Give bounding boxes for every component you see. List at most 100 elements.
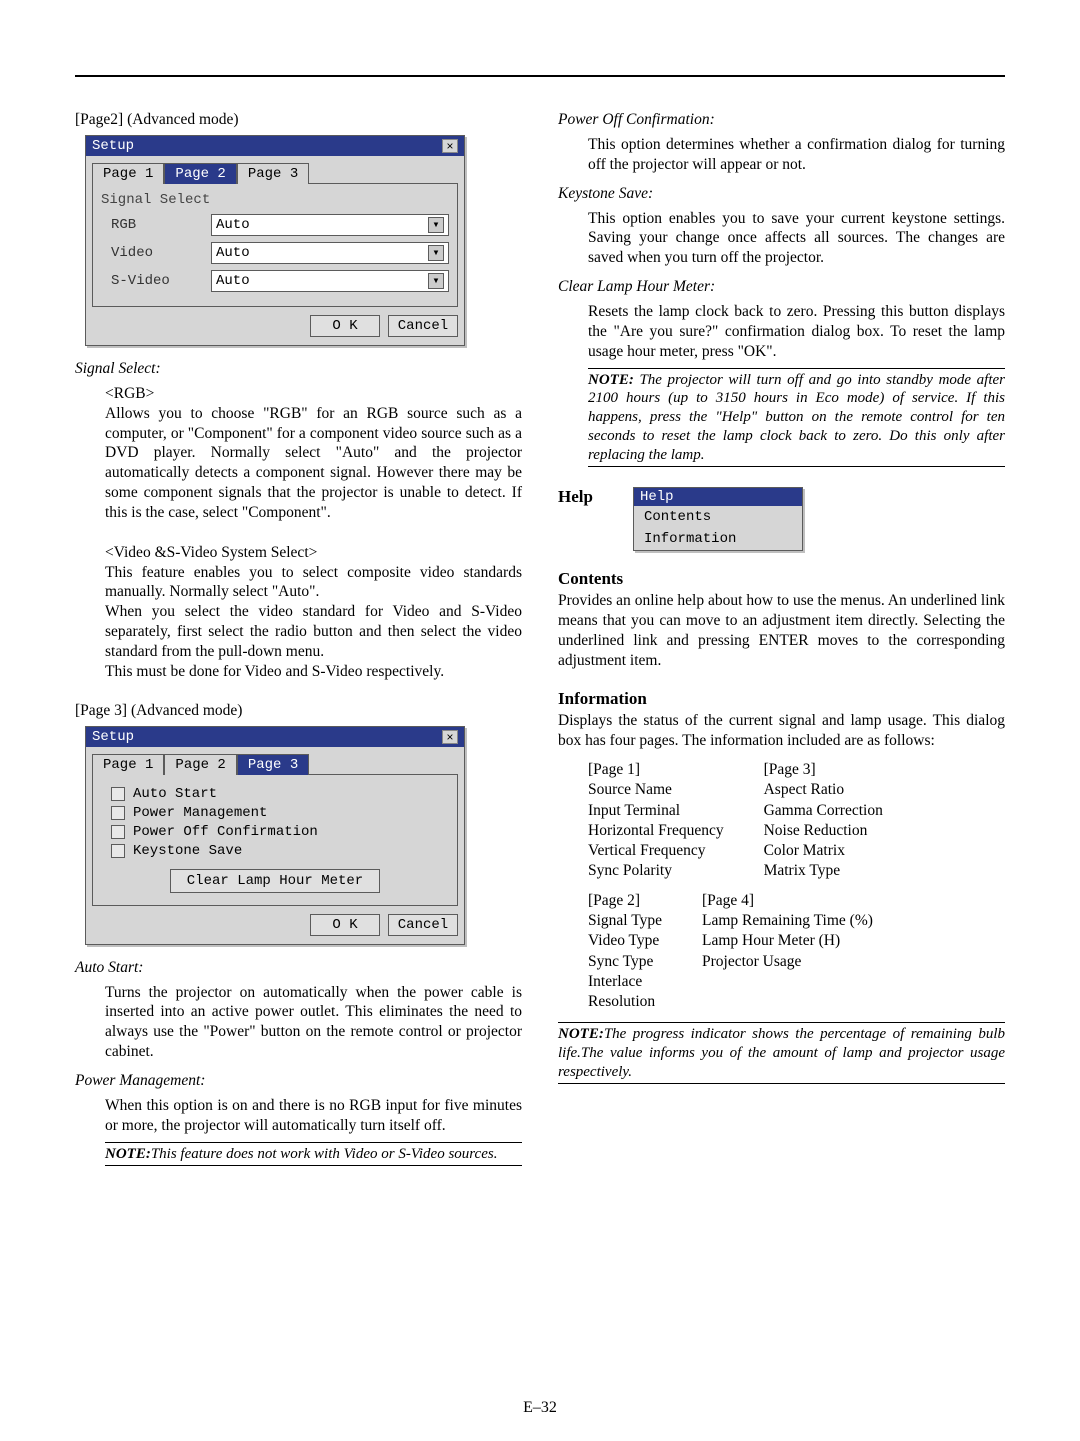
rgb-label: RGB	[101, 217, 211, 233]
rgb-value: Auto	[216, 217, 250, 233]
list-item: Source Name	[588, 780, 724, 800]
rgb-paragraph: Allows you to choose "RGB" for an RGB so…	[105, 404, 522, 523]
info-p2-hdr: [Page 2]	[588, 891, 662, 911]
page-frame: [Page2] (Advanced mode) Setup × Page 1 P…	[75, 75, 1005, 1381]
power-mgmt-heading: Power Management:	[75, 1072, 522, 1090]
tab-page2[interactable]: Page 2	[164, 163, 236, 184]
ok-button[interactable]: O K	[310, 315, 380, 337]
information-body: Displays the status of the current signa…	[558, 711, 1005, 751]
note-body: This feature does not work with Video or…	[151, 1146, 498, 1162]
help-menu-information[interactable]: Information	[634, 528, 802, 550]
rgb-dropdown[interactable]: Auto ▾	[211, 214, 449, 236]
note-body: The progress indicator shows the percent…	[558, 1026, 1005, 1080]
check-auto-start: Auto Start	[133, 786, 217, 802]
checkbox-icon[interactable]	[111, 825, 125, 839]
list-item: Aspect Ratio	[764, 780, 883, 800]
setup-panel-page2: Setup × Page 1 Page 2 Page 3 Signal Sele…	[85, 135, 465, 346]
note-label: NOTE:	[588, 372, 634, 388]
chevron-down-icon[interactable]: ▾	[428, 245, 444, 261]
list-item: Vertical Frequency	[588, 841, 724, 861]
left-column: [Page2] (Advanced mode) Setup × Page 1 P…	[75, 111, 522, 1172]
clear-lamp-heading: Clear Lamp Hour Meter:	[558, 278, 1005, 296]
help-menu-title: Help	[634, 488, 802, 506]
keystone-heading: Keystone Save:	[558, 185, 1005, 203]
list-item: Resolution	[588, 992, 662, 1012]
video-dropdown[interactable]: Auto ▾	[211, 242, 449, 264]
list-item: Projector Usage	[702, 952, 873, 972]
ok-button[interactable]: O K	[310, 914, 380, 936]
setup-title-2: Setup	[92, 729, 134, 745]
info-page4-col: [Page 4] Lamp Remaining Time (%) Lamp Ho…	[702, 891, 873, 1012]
keystone-body: This option enables you to save your cur…	[588, 209, 1005, 268]
svideo-value: Auto	[216, 273, 250, 289]
info-page1-col: [Page 1] Source Name Input Terminal Hori…	[588, 760, 724, 881]
list-item: Video Type	[588, 931, 662, 951]
close-icon[interactable]: ×	[442, 730, 458, 744]
information-heading: Information	[558, 689, 1005, 709]
list-item: Lamp Remaining Time (%)	[702, 911, 873, 931]
auto-start-body: Turns the projector on automatically whe…	[105, 983, 522, 1062]
note-2: NOTE: The projector will turn off and go…	[588, 368, 1005, 468]
checkbox-icon[interactable]	[111, 844, 125, 858]
clear-lamp-button[interactable]: Clear Lamp Hour Meter	[170, 869, 380, 893]
clear-lamp-body: Resets the lamp clock back to zero. Pres…	[588, 302, 1005, 361]
close-icon[interactable]: ×	[442, 139, 458, 153]
chevron-down-icon[interactable]: ▾	[428, 217, 444, 233]
help-heading: Help	[558, 487, 593, 507]
svideo-dropdown[interactable]: Auto ▾	[211, 270, 449, 292]
power-mgmt-body: When this option is on and there is no R…	[105, 1096, 522, 1136]
signal-select-group: Signal Select	[101, 192, 449, 208]
vs-p3: This must be done for Video and S-Video …	[105, 662, 522, 682]
page3-header: [Page 3] (Advanced mode)	[75, 702, 522, 720]
chevron-down-icon[interactable]: ▾	[428, 273, 444, 289]
list-item: Color Matrix	[764, 841, 883, 861]
check-power-off: Power Off Confirmation	[133, 824, 318, 840]
list-item: Horizontal Frequency	[588, 821, 724, 841]
cancel-button[interactable]: Cancel	[388, 914, 458, 936]
note-label: NOTE:	[558, 1026, 604, 1042]
tab-page1[interactable]: Page 1	[92, 754, 164, 775]
list-item: Signal Type	[588, 911, 662, 931]
list-item: Sync Type	[588, 952, 662, 972]
video-label: Video	[101, 245, 211, 261]
check-keystone: Keystone Save	[133, 843, 242, 859]
contents-heading: Contents	[558, 569, 1005, 589]
note-3: NOTE:The progress indicator shows the pe…	[558, 1022, 1005, 1084]
note-body: The projector will turn off and go into …	[588, 372, 1005, 463]
checkbox-icon[interactable]	[111, 806, 125, 820]
list-item: Interlace	[588, 972, 662, 992]
vs-p1: This feature enables you to select compo…	[105, 563, 522, 603]
rgb-subhead: <RGB>	[105, 384, 522, 404]
help-menu-contents[interactable]: Contents	[634, 506, 802, 528]
setup-panel-page3: Setup × Page 1 Page 2 Page 3 Auto Start …	[85, 726, 465, 945]
list-item: Matrix Type	[764, 861, 883, 881]
page-number: E–32	[0, 1399, 1080, 1417]
page2-header: [Page2] (Advanced mode)	[75, 111, 522, 129]
info-pages-bottom: [Page 2] Signal Type Video Type Sync Typ…	[588, 891, 1005, 1012]
help-menu: Help Contents Information	[633, 487, 803, 551]
tab-page3[interactable]: Page 3	[237, 754, 309, 775]
list-item: Input Terminal	[588, 801, 724, 821]
info-p3-hdr: [Page 3]	[764, 760, 883, 780]
info-page2-col: [Page 2] Signal Type Video Type Sync Typ…	[588, 891, 662, 1012]
tab-page1[interactable]: Page 1	[92, 163, 164, 184]
auto-start-heading: Auto Start:	[75, 959, 522, 977]
help-row: Help Help Contents Information	[558, 487, 1005, 551]
info-page3-col: [Page 3] Aspect Ratio Gamma Correction N…	[764, 760, 883, 881]
tab-page3[interactable]: Page 3	[237, 163, 309, 184]
note-1: NOTE:This feature does not work with Vid…	[105, 1142, 522, 1167]
list-item: Noise Reduction	[764, 821, 883, 841]
right-column: Power Off Confirmation: This option dete…	[558, 111, 1005, 1172]
checkbox-icon[interactable]	[111, 787, 125, 801]
list-item: Lamp Hour Meter (H)	[702, 931, 873, 951]
check-power-mgmt: Power Management	[133, 805, 267, 821]
video-value: Auto	[216, 245, 250, 261]
contents-body: Provides an online help about how to use…	[558, 591, 1005, 670]
tab-page2-b[interactable]: Page 2	[164, 754, 236, 775]
cancel-button[interactable]: Cancel	[388, 315, 458, 337]
setup-title: Setup	[92, 138, 134, 154]
list-item: Gamma Correction	[764, 801, 883, 821]
vs-p2: When you select the video standard for V…	[105, 602, 522, 661]
info-pages-top: [Page 1] Source Name Input Terminal Hori…	[588, 760, 1005, 881]
signal-select-heading: Signal Select:	[75, 360, 522, 378]
